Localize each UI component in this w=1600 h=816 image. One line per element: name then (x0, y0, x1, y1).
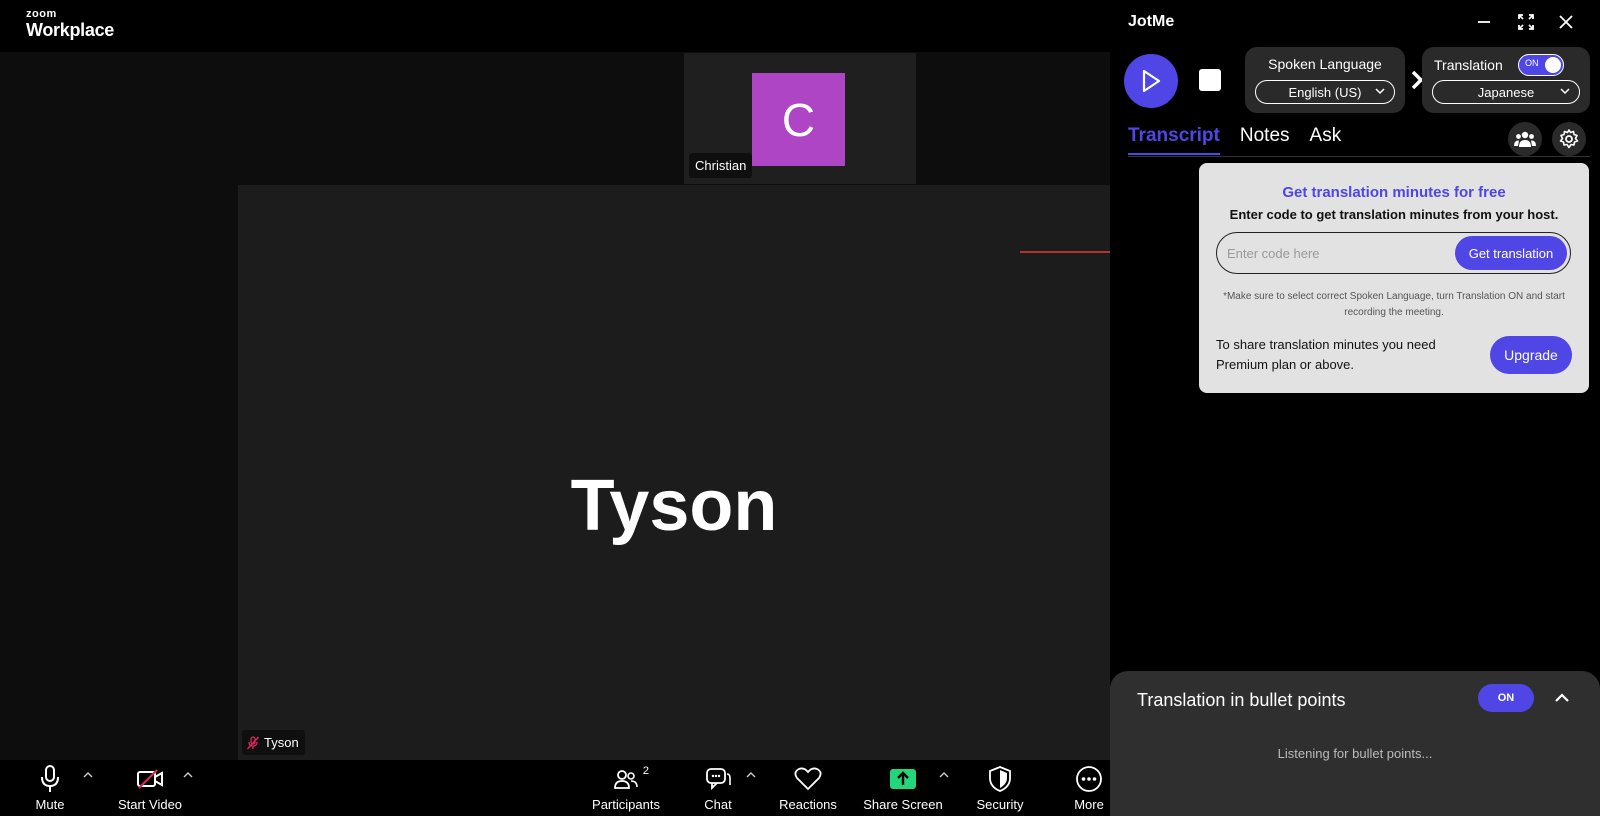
participants-count: 2 (642, 765, 649, 777)
jotme-panel: JotMe Spoken Language English (US) Trans (1110, 0, 1600, 816)
settings-button[interactable] (1552, 122, 1586, 156)
collapse-button[interactable] (1550, 686, 1574, 710)
chevron-down-icon (1560, 88, 1570, 95)
participant-thumbnail[interactable]: C Christian (684, 53, 916, 184)
spoken-language-select[interactable]: English (US) (1255, 80, 1395, 104)
participants-icon: 2 (609, 764, 649, 794)
free-minutes-card: Get translation minutes for free Enter c… (1199, 163, 1589, 393)
security-label: Security (976, 797, 1024, 812)
translation-language-select[interactable]: Japanese (1432, 80, 1580, 104)
translation-language-value: Japanese (1477, 84, 1535, 100)
start-video-button[interactable]: Start Video (112, 760, 188, 816)
zoom-window: zoom Workplace C Christian Tyson Tyson M… (0, 0, 1110, 816)
audio-options-caret[interactable] (81, 768, 95, 782)
close-button[interactable] (1554, 10, 1578, 34)
spoken-language-box: Spoken Language English (US) (1245, 47, 1405, 113)
get-translation-button[interactable]: Get translation (1455, 236, 1567, 270)
active-speaker-label-text: Tyson (264, 735, 299, 750)
chevron-up-icon (1555, 693, 1569, 702)
promo-note: *Make sure to select correct Spoken Lang… (1223, 291, 1565, 318)
minimize-icon (1478, 21, 1490, 23)
microphone-icon (33, 764, 67, 794)
stop-button[interactable] (1199, 69, 1221, 91)
meeting-toolbar: Mute Start Video 2 Participants Chat Rea… (0, 760, 1110, 816)
share-screen-button[interactable]: Share Screen (862, 760, 944, 816)
zoom-logo: zoom Workplace (26, 8, 114, 40)
participants-group-button[interactable] (1508, 122, 1542, 156)
more-button[interactable]: More (1068, 760, 1110, 816)
gear-icon (1559, 129, 1579, 149)
active-speaker-name: Tyson (570, 466, 778, 546)
tab-divider (1128, 156, 1590, 157)
security-button[interactable]: Security (970, 760, 1030, 816)
upgrade-button[interactable]: Upgrade (1490, 336, 1572, 374)
bullet-points-toggle[interactable]: ON (1478, 684, 1534, 712)
fullscreen-button[interactable] (1514, 10, 1538, 34)
active-speaker-video[interactable]: Tyson Tyson (238, 185, 1110, 760)
expand-icon (1518, 14, 1534, 30)
heart-icon (791, 764, 825, 794)
share-minutes-text: To share translation minutes you need Pr… (1216, 337, 1436, 372)
bullet-status-text: Listening for bullet points... (1277, 746, 1433, 761)
translation-toggle-text: ON (1525, 58, 1539, 68)
reactions-button[interactable]: Reactions (774, 760, 842, 816)
mute-label: Mute (35, 797, 65, 812)
start-recording-button[interactable] (1124, 54, 1178, 108)
code-input[interactable] (1227, 242, 1447, 264)
translation-toggle[interactable]: ON (1518, 54, 1564, 76)
mute-button[interactable]: Mute (24, 760, 76, 816)
share-screen-label: Share Screen (863, 797, 943, 812)
chat-label: Chat (704, 797, 732, 812)
shield-icon (983, 764, 1017, 794)
avatar: C (752, 73, 845, 166)
video-off-icon (133, 764, 167, 794)
participant-name-label: Christian (689, 153, 753, 178)
start-video-label: Start Video (117, 797, 183, 812)
tab-transcript[interactable]: Transcript (1128, 125, 1220, 155)
spoken-language-label: Spoken Language (1268, 56, 1382, 72)
zoom-logo-big: Workplace (26, 20, 115, 40)
bullet-points-panel: Translation in bullet points ON Listenin… (1110, 671, 1600, 816)
active-speaker-label: Tyson (242, 730, 305, 755)
translation-label: Translation (1434, 57, 1503, 73)
participants-button[interactable]: 2 Participants (588, 760, 664, 816)
close-icon (1559, 15, 1573, 29)
zoom-logo-small: zoom (26, 8, 57, 20)
code-field: Get translation (1216, 232, 1571, 274)
chat-options-caret[interactable] (744, 768, 758, 782)
toggle-knob (1545, 57, 1561, 73)
screen: zoom Workplace C Christian Tyson Tyson M… (0, 0, 1600, 816)
participants-label: Participants (592, 797, 660, 812)
share-options-caret[interactable] (937, 768, 951, 782)
chevron-down-icon (1375, 88, 1385, 95)
translation-box: Translation ON Japanese (1422, 47, 1590, 113)
video-options-caret[interactable] (181, 768, 195, 782)
more-icon (1072, 764, 1106, 794)
tab-notes[interactable]: Notes (1240, 125, 1290, 155)
group-icon (1514, 131, 1536, 147)
more-label: More (1074, 797, 1104, 812)
share-screen-icon (886, 764, 920, 794)
spoken-language-value: English (US) (1288, 84, 1362, 100)
promo-title: Get translation minutes for free (1282, 184, 1506, 201)
reactions-label: Reactions (779, 797, 837, 812)
tab-ask[interactable]: Ask (1310, 125, 1342, 155)
bullet-panel-title: Translation in bullet points (1137, 690, 1346, 710)
zoom-header: zoom Workplace (0, 0, 1110, 52)
tab-bar: Transcript Notes Ask (1128, 125, 1341, 155)
play-icon (1142, 69, 1161, 93)
chat-button[interactable]: Chat (698, 760, 738, 816)
chat-icon (701, 764, 735, 794)
minimize-button[interactable] (1472, 10, 1496, 34)
promo-subtitle: Enter code to get translation minutes fr… (1229, 207, 1559, 222)
muted-mic-icon (246, 735, 260, 750)
app-title: JotMe (1128, 13, 1175, 30)
